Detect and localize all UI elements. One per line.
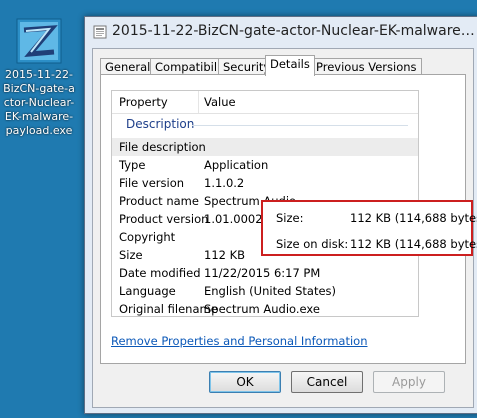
column-header-property[interactable]: Property [119, 95, 168, 109]
table-row[interactable]: Original filename Spectrum Audio.exe [112, 300, 418, 318]
callout-disk-label: Size on disk: [276, 237, 349, 251]
property-name: Date modified [119, 266, 201, 280]
property-name: Language [119, 284, 176, 298]
tab-previous-versions[interactable]: Previous Versions [311, 58, 422, 75]
title-bar[interactable]: 2015-11-22-BizCN-gate-actor-Nuclear-EK-m… [85, 17, 477, 47]
desktop-file-icon[interactable]: 2015-11-22-BizCN-gate-actor-Nuclear-EK-m… [2, 18, 76, 138]
property-name: File description [119, 140, 206, 154]
property-name: File version [119, 176, 185, 190]
column-header-value[interactable]: Value [204, 95, 236, 109]
table-row[interactable]: File description [112, 138, 418, 156]
table-row[interactable]: Type Application [112, 156, 418, 174]
property-value: Spectrum Audio.exe [204, 302, 320, 316]
apply-button[interactable]: Apply [373, 371, 445, 393]
property-name: Size [119, 248, 143, 262]
property-name: Copyright [119, 230, 176, 244]
property-name: Type [119, 158, 146, 172]
property-value: 1.01.0002 [204, 212, 263, 226]
group-header: Description [126, 117, 195, 131]
callout-size-label: Size: [276, 211, 304, 225]
remove-properties-link[interactable]: Remove Properties and Personal Informati… [111, 334, 368, 348]
table-header: Property Value [112, 91, 418, 114]
cancel-button[interactable]: Cancel [291, 371, 363, 393]
property-name: Product name [119, 194, 199, 208]
tab-general[interactable]: General [100, 58, 156, 75]
table-row[interactable]: Language English (United States) [112, 282, 418, 300]
tab-details[interactable]: Details [265, 55, 315, 76]
property-value: Application [204, 158, 269, 172]
window-title: 2015-11-22-BizCN-gate-actor-Nuclear-EK-m… [112, 23, 475, 39]
file-icon [93, 25, 107, 39]
property-value: English (United States) [204, 284, 337, 298]
table-row[interactable]: File version 1.1.0.2 [112, 174, 418, 192]
property-value: 1.1.0.2 [204, 176, 245, 190]
table-row[interactable]: Date modified 11/22/2015 6:17 PM [112, 264, 418, 282]
property-name: Product version [119, 212, 209, 226]
callout-size-value: 112 KB (114,688 bytes) [350, 211, 477, 225]
ok-button[interactable]: OK [209, 371, 281, 393]
desktop-icon-label: 2015-11-22-BizCN-gate-actor-Nuclear-EK-m… [3, 68, 75, 137]
size-highlight-callout: Size: 112 KB (114,688 bytes) Size on dis… [261, 200, 477, 256]
property-value: 11/22/2015 6:17 PM [204, 266, 321, 280]
property-name: Original filename [119, 302, 218, 316]
exe-file-icon [16, 18, 62, 64]
property-value: 112 KB [204, 248, 246, 262]
callout-disk-value: 112 KB (114,688 bytes) [350, 237, 477, 251]
